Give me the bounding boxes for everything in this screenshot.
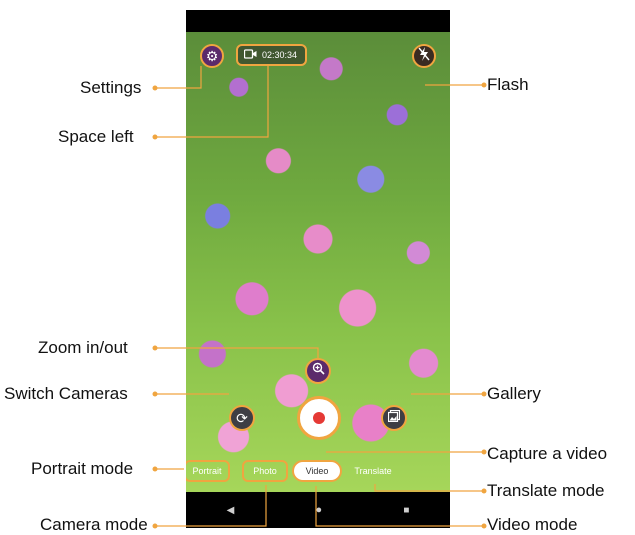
callout-portrait-mode: Portrait mode [31, 459, 134, 478]
record-button[interactable] [297, 396, 341, 440]
zoom-button[interactable] [305, 358, 331, 384]
recents-square-icon[interactable]: ■ [403, 505, 409, 516]
video-camera-icon [243, 49, 257, 61]
callout-camera-mode: Camera mode [40, 515, 148, 534]
gallery-button[interactable] [381, 405, 407, 431]
back-triangle-icon[interactable]: ◀ [227, 505, 235, 516]
callout-flash: Flash [487, 75, 529, 94]
mode-translate[interactable]: Translate [348, 460, 398, 482]
space-left-indicator: 02:30:34 [236, 44, 307, 66]
callout-translate-mode: Translate mode [487, 481, 605, 500]
zoom-in-icon [312, 362, 325, 380]
callout-settings: Settings [80, 78, 142, 97]
callout-space-left: Space left [58, 127, 134, 146]
mode-video[interactable]: Video [292, 460, 342, 482]
settings-button[interactable]: ⚙ [200, 44, 224, 68]
callout-capture-video: Capture a video [487, 444, 608, 463]
mode-photo[interactable]: Photo [242, 460, 288, 482]
mode-portrait[interactable]: Portrait [186, 460, 230, 482]
switch-camera-button[interactable]: ⟳ [229, 405, 255, 431]
switch-camera-icon: ⟳ [236, 409, 248, 426]
home-circle-icon[interactable]: ● [315, 504, 322, 516]
callout-gallery: Gallery [487, 384, 541, 403]
callout-zoom: Zoom in/out [38, 338, 128, 357]
flash-button[interactable] [412, 44, 436, 68]
recording-time-left: 02:30:34 [262, 50, 298, 60]
gallery-icon [387, 409, 401, 427]
gear-icon: ⚙ [205, 47, 219, 64]
android-navigation-bar: ◀ ● ■ [186, 492, 450, 528]
callout-switch-cameras: Switch Cameras [4, 384, 128, 403]
flash-off-icon [418, 46, 430, 66]
callout-video-mode: Video mode [487, 515, 578, 534]
phone-screen: ⚙ 02:30:34 ⟳ Portrait Photo Video Transl… [186, 10, 450, 528]
record-dot [313, 412, 325, 424]
